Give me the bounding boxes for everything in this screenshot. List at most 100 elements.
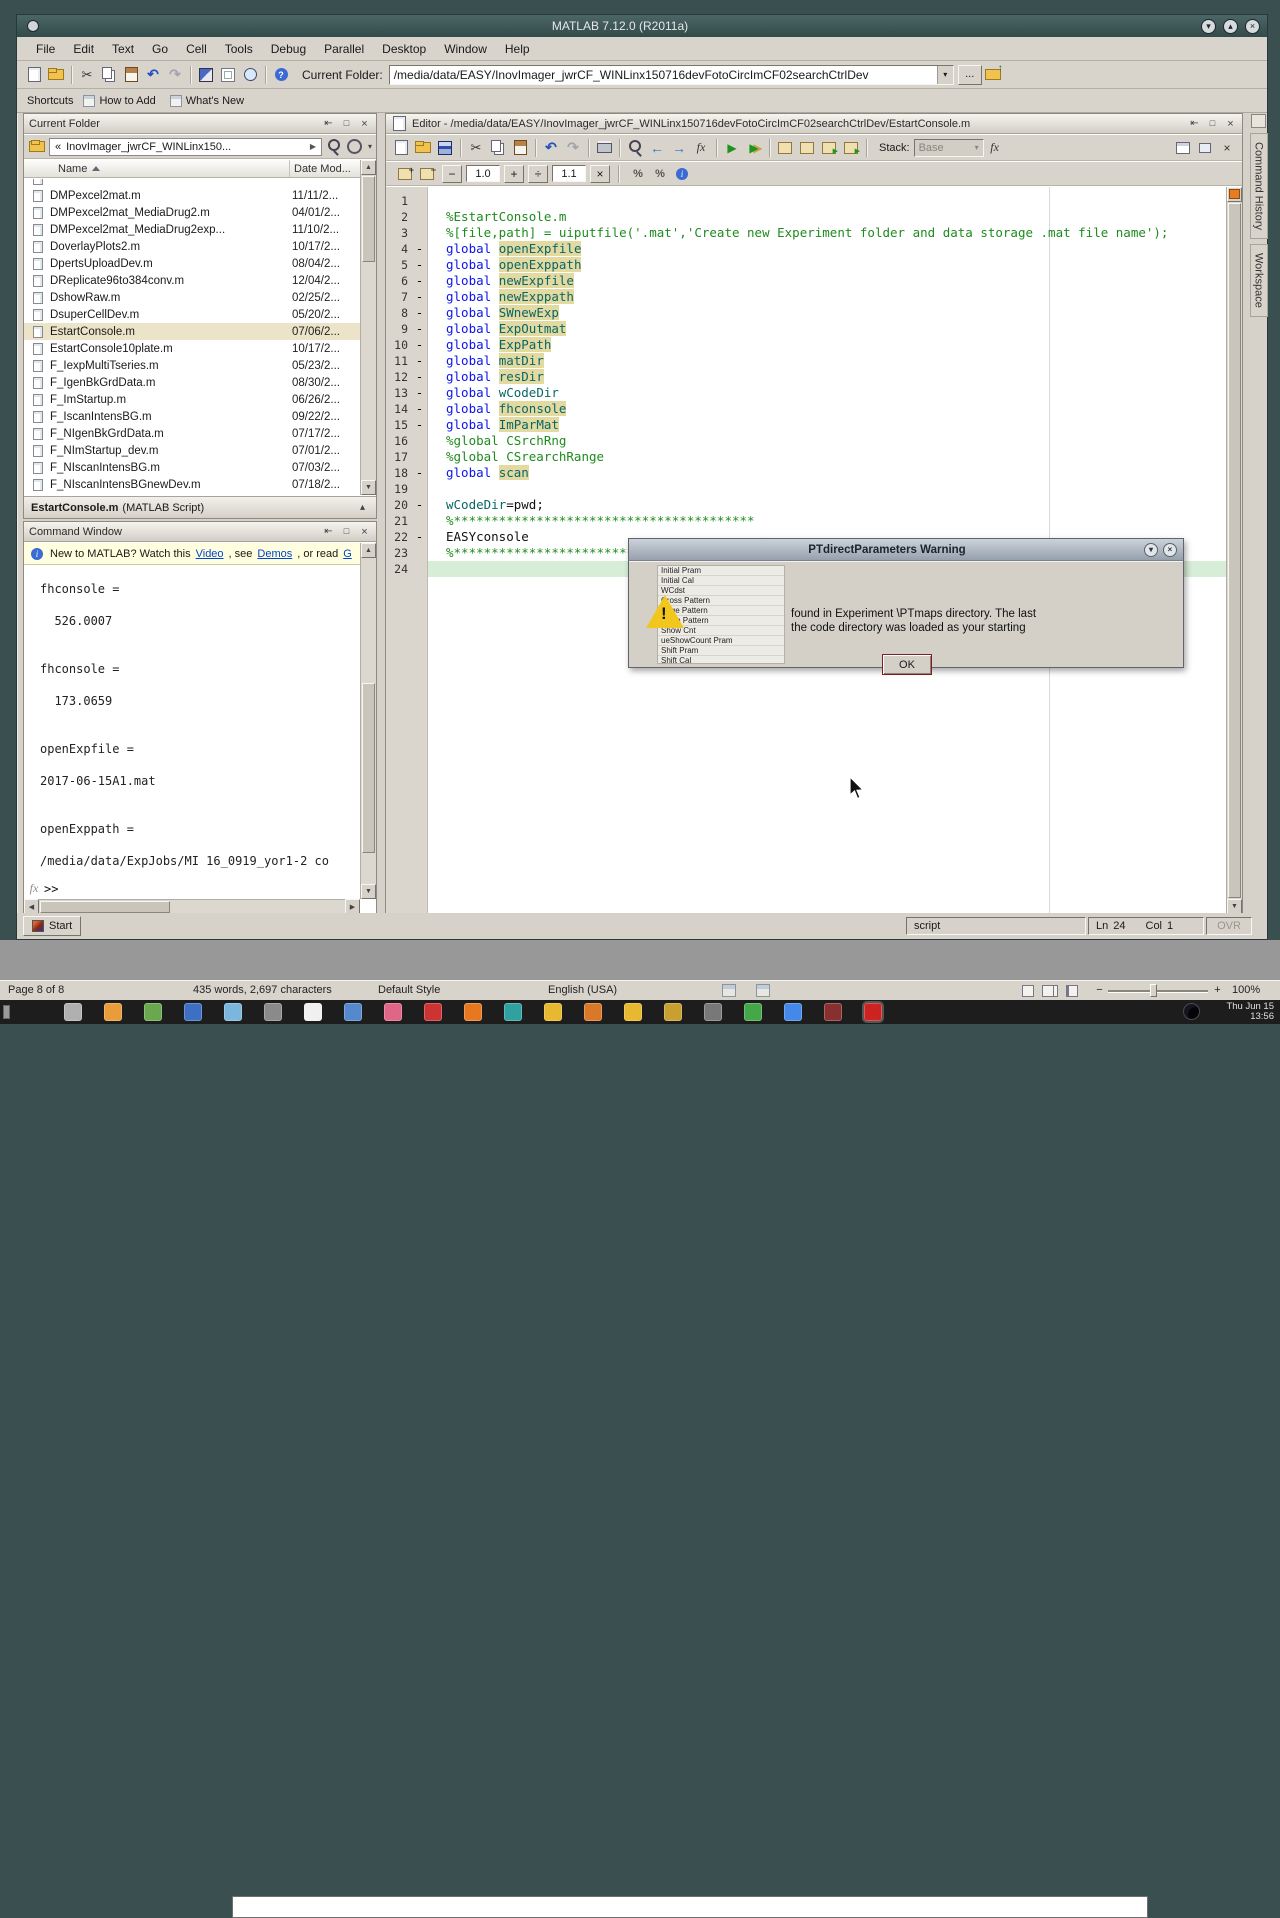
undock-icon[interactable]: [1188, 118, 1201, 129]
breadcrumb-forward-icon[interactable]: ▶: [310, 142, 316, 151]
writer-document-taskbar-icon[interactable]: [344, 1003, 362, 1021]
menu-desktop[interactable]: Desktop: [373, 39, 435, 59]
increase-cell-icon[interactable]: [394, 164, 416, 184]
comment-percent-icon[interactable]: [627, 164, 649, 184]
file-row[interactable]: F_IgenBkGrdData.m08/30/2...: [24, 374, 360, 391]
message-indicator-icon[interactable]: [1229, 189, 1240, 199]
current-folder-dropdown-icon[interactable]: ▾: [937, 66, 953, 84]
terminal-taskbar-icon[interactable]: [64, 1003, 82, 1021]
go-back-icon[interactable]: [646, 138, 668, 158]
decrease-value-button[interactable]: −: [442, 165, 462, 183]
menu-help[interactable]: Help: [496, 39, 539, 59]
menu-cell[interactable]: Cell: [177, 39, 216, 59]
undock-editor-icon[interactable]: [1194, 138, 1216, 158]
scroll-up-icon[interactable]: ▲: [361, 160, 376, 175]
multi-page-view-icon[interactable]: [1042, 985, 1054, 997]
system-monitor-taskbar-icon[interactable]: [264, 1003, 282, 1021]
zoom-slider-thumb[interactable]: [1150, 984, 1157, 997]
evaluate-cell-icon[interactable]: [818, 138, 840, 158]
redo-icon[interactable]: [164, 65, 186, 85]
fx-button-icon[interactable]: [984, 138, 1006, 158]
undo-icon[interactable]: [540, 138, 562, 158]
close-icon[interactable]: [1224, 118, 1237, 130]
file-manager-taskbar-icon[interactable]: [104, 1003, 122, 1021]
window-maximize-icon[interactable]: ▴: [1223, 19, 1238, 34]
value-field-2[interactable]: 1.1: [552, 165, 586, 182]
document-modified-icon[interactable]: [756, 984, 770, 997]
video-app-taskbar-icon[interactable]: [424, 1003, 442, 1021]
document-language[interactable]: English (USA): [548, 984, 617, 996]
window-shade-icon[interactable]: ▾: [1201, 19, 1216, 34]
open-file-icon[interactable]: [412, 138, 434, 158]
chromium-taskbar-icon[interactable]: [784, 1003, 802, 1021]
dock-panel-icon[interactable]: [1251, 114, 1266, 128]
chat-taskbar-icon[interactable]: [744, 1003, 762, 1021]
stack-combo[interactable]: Base ▾: [914, 139, 984, 157]
paste-icon[interactable]: [509, 138, 531, 158]
file-row[interactable]: DoverlayPlots2.m10/17/2...: [24, 238, 360, 255]
up-one-folder-icon[interactable]: [982, 65, 1004, 85]
scroll-down-icon[interactable]: ▼: [361, 884, 376, 899]
file-row[interactable]: F_NIscanIntensBG.m07/03/2...: [24, 459, 360, 476]
insert-cell-icon[interactable]: [774, 138, 796, 158]
print-icon[interactable]: [593, 138, 615, 158]
folder-yellow-2-taskbar-icon[interactable]: [624, 1003, 642, 1021]
breadcrumb-folder-name[interactable]: InovImager_jwrCF_WINLinx150...: [66, 141, 231, 153]
file-list[interactable]: DMPexcel2mat.m11/11/2...DMPexcel2mat_Med…: [24, 179, 360, 495]
cut-icon[interactable]: [465, 138, 487, 158]
word-count[interactable]: 435 words, 2,697 characters: [193, 984, 332, 996]
help-icon[interactable]: [270, 65, 292, 85]
scrollbar-thumb[interactable]: [40, 901, 170, 913]
command-prompt[interactable]: fx >>: [24, 881, 58, 896]
file-details-bar[interactable]: EstartConsole.m (MATLAB Script): [24, 496, 376, 518]
start-button[interactable]: Start: [23, 916, 81, 936]
menu-file[interactable]: File: [27, 39, 64, 59]
cell-divider-icon[interactable]: [796, 138, 818, 158]
media-player-taskbar-icon[interactable]: [384, 1003, 402, 1021]
archive-taskbar-icon[interactable]: [664, 1003, 682, 1021]
evaluate-cell-advance-icon[interactable]: [840, 138, 862, 158]
menu-debug[interactable]: Debug: [262, 39, 315, 59]
collapse-details-icon[interactable]: [356, 502, 369, 513]
firefox-taskbar-icon[interactable]: [464, 1003, 482, 1021]
value-field-1[interactable]: 1.0: [466, 165, 500, 182]
zoom-percent[interactable]: 100%: [1232, 984, 1260, 996]
command-window-scrollbar[interactable]: ▲ ▼: [360, 543, 376, 899]
file-row[interactable]: F_ImStartup.m06/26/2...: [24, 391, 360, 408]
file-row[interactable]: DpertsUploadDev.m08/04/2...: [24, 255, 360, 272]
getting-started-link[interactable]: G: [343, 548, 352, 560]
gimp-taskbar-icon[interactable]: [824, 1003, 842, 1021]
stack-dropdown-icon[interactable]: ▾: [975, 143, 979, 152]
browser-taskbar-icon[interactable]: [504, 1003, 522, 1021]
ide-taskbar-icon[interactable]: [184, 1003, 202, 1021]
actions-dropdown-icon[interactable]: ▾: [368, 142, 372, 151]
dialog-close-icon[interactable]: ×: [1163, 543, 1177, 557]
active-window-taskbar-icon[interactable]: [864, 1003, 882, 1021]
run-and-advance-icon[interactable]: [743, 138, 765, 158]
utility-taskbar-icon[interactable]: [704, 1003, 722, 1021]
menu-go[interactable]: Go: [143, 39, 177, 59]
scrollbar-thumb[interactable]: [1228, 203, 1241, 898]
simulink-icon[interactable]: [195, 65, 217, 85]
restore-icon[interactable]: [1206, 118, 1219, 129]
package-manager-taskbar-icon[interactable]: [144, 1003, 162, 1021]
dialog-titlebar[interactable]: PTdirectParameters Warning ▾ ×: [629, 539, 1183, 561]
show-desktop-button[interactable]: [3, 1005, 10, 1019]
tab-command-history[interactable]: Command History: [1250, 133, 1268, 239]
taskbar-clock[interactable]: Thu Jun 15 13:56: [1226, 1002, 1274, 1022]
search-icon[interactable]: [325, 137, 343, 157]
scroll-up-icon[interactable]: ▲: [361, 543, 376, 558]
file-row[interactable]: EstartConsole10plate.m10/17/2...: [24, 340, 360, 357]
file-row[interactable]: DMPexcel2mat_MediaDrug2exp...11/10/2...: [24, 221, 360, 238]
file-row[interactable]: [24, 179, 360, 187]
text-document-taskbar-icon[interactable]: [304, 1003, 322, 1021]
restore-icon[interactable]: [340, 118, 353, 129]
file-row[interactable]: F_NImStartup_dev.m07/01/2...: [24, 442, 360, 459]
scroll-right-icon[interactable]: ▶: [345, 899, 360, 914]
undock-icon[interactable]: [322, 118, 335, 129]
file-row[interactable]: F_NIgenBkGrdData.m07/17/2...: [24, 425, 360, 442]
file-row[interactable]: DReplicate96to384conv.m12/04/2...: [24, 272, 360, 289]
scrollbar-thumb[interactable]: [362, 683, 375, 853]
fx-icon[interactable]: fx: [24, 881, 44, 896]
divide-button[interactable]: ÷: [528, 165, 548, 183]
